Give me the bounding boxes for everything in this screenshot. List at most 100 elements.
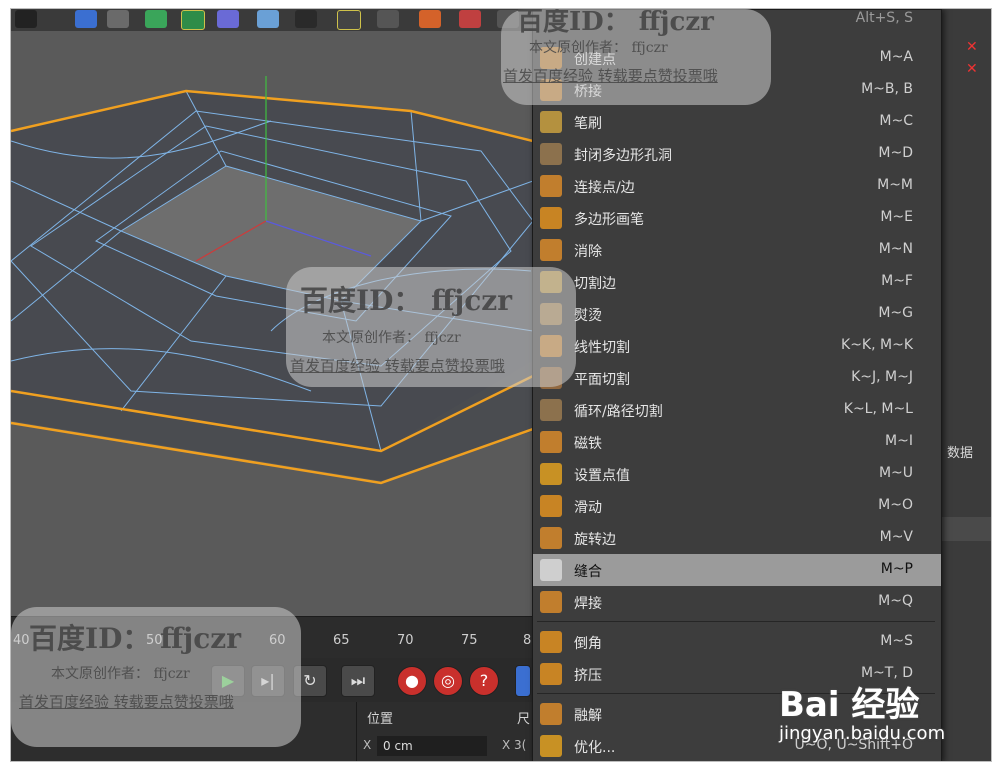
menu-item-shortcut: M~C [879, 113, 913, 129]
menu-item-label: 焊接 [574, 596, 602, 612]
menu-item-shortcut: M~P [880, 561, 913, 577]
size-x-field[interactable]: X 3( [502, 738, 526, 752]
coordinates-panel: 位置 尺 X 0 cm X 3( [356, 702, 534, 761]
menu-item-shortcut: M~M [877, 177, 913, 193]
panel-row-highlight [941, 517, 991, 541]
ruler-tick-label: 70 [397, 633, 414, 648]
cube-tool-icon[interactable] [75, 10, 97, 28]
melt-icon [540, 703, 562, 725]
help-icon[interactable]: ? [469, 666, 499, 696]
menu-item-polygon-pen[interactable]: 多边形画笔 M~E [533, 202, 941, 234]
watermark-title: 百度ID： ffjczr [29, 622, 241, 655]
keyframe-settings-icon[interactable] [515, 665, 531, 697]
menu-item-spin-edge[interactable]: 旋转边 M~V [533, 522, 941, 554]
menu-item-shortcut: K~L, M~L [843, 401, 913, 417]
menu-item-close-hole[interactable]: 封闭多边形孔洞 M~D [533, 138, 941, 170]
go-to-end-icon[interactable]: ⏭ [341, 665, 375, 697]
floor-tool-icon[interactable] [257, 10, 279, 28]
scene-tool-icon[interactable] [377, 10, 399, 28]
menu-item-stitch[interactable]: 缝合 M~P [533, 554, 941, 586]
close-icon[interactable]: ✕ [966, 61, 978, 77]
close-icon[interactable]: ✕ [966, 39, 978, 55]
position-heading: 位置 [367, 712, 394, 727]
menu-item-connect[interactable]: 连接点/边 M~M [533, 170, 941, 202]
menu-item-shortcut: K~J, M~J [851, 369, 913, 385]
watermark-author: 本文原创作者： ffjczr [51, 666, 190, 682]
dissolve-icon [540, 239, 562, 261]
magnet-icon [540, 431, 562, 453]
watermark-author: 本文原创作者： ffjczr [529, 40, 668, 56]
menu-item-magnet[interactable]: 磁铁 M~I [533, 426, 941, 458]
set-point-value-icon [540, 463, 562, 485]
menu-item-label: 消除 [574, 244, 602, 260]
menu-item-shortcut: M~U [878, 465, 913, 481]
light-tool-icon[interactable] [337, 10, 361, 30]
baidu-url: jingyan.baidu.com [779, 723, 946, 744]
menu-item-shortcut: M~Q [878, 593, 913, 609]
camera-tool-icon[interactable] [295, 10, 317, 28]
menu-item-shortcut: M~I [885, 433, 913, 449]
menu-item-slide[interactable]: 滑动 M~O [533, 490, 941, 522]
menu-separator [537, 621, 935, 622]
array-tool-icon[interactable] [181, 10, 205, 30]
menu-item-label: 线性切割 [574, 340, 630, 356]
menu-item-label: 熨烫 [574, 308, 602, 324]
close-hole-icon [540, 143, 562, 165]
menu-item-iron[interactable]: 熨烫 M~G [533, 298, 941, 330]
menu-item-edge-cut[interactable]: 切割边 M~F [533, 266, 941, 298]
menu-top-shortcut: Alt+S, S [855, 10, 913, 26]
watermark-bubble: 百度ID： ffjczr 本文原创作者： ffjczr 首发百度经验 转载要点赞… [11, 607, 301, 747]
menu-item-shortcut: M~O [878, 497, 913, 513]
app-window: 对身 [10, 8, 992, 762]
spin-edge-icon [540, 527, 562, 549]
menu-item-shortcut: M~S [880, 633, 913, 649]
menu-item-dissolve[interactable]: 消除 M~N [533, 234, 941, 266]
material-tool-icon[interactable] [419, 10, 441, 28]
watermark-repost: 首发百度经验 转载要点赞投票哦 [503, 67, 718, 85]
menu-item-shortcut: M~D [878, 145, 913, 161]
record-key-icon[interactable]: ● [397, 666, 427, 696]
menu-item-label: 缝合 [574, 564, 602, 580]
menu-item-bevel[interactable]: 倒角 M~S [533, 626, 941, 658]
menu-item-shortcut: M~A [879, 49, 913, 65]
menu-item-set-point-value[interactable]: 设置点值 M~U [533, 458, 941, 490]
size-heading: 尺 [517, 712, 531, 727]
auto-key-icon[interactable]: ◎ [433, 666, 463, 696]
watermark-bubble: 百度ID： ffjczr 本文原创作者： ffjczr 首发百度经验 转载要点赞… [286, 267, 576, 387]
watermark-author: 本文原创作者： ffjczr [322, 330, 461, 346]
menu-item-label: 封闭多边形孔洞 [574, 148, 672, 164]
watermark-repost: 首发百度经验 转载要点赞投票哦 [19, 693, 234, 711]
menu-item-label: 笔刷 [574, 116, 602, 132]
menu-item-label: 旋转边 [574, 532, 616, 548]
ruler-tick-label: 65 [333, 633, 350, 648]
menu-item-label: 多边形画笔 [574, 212, 644, 228]
mesh-tools-menu: Alt+S, S 创建点M~A桥接M~B, B笔刷M~C封闭多边形孔洞M~D连接… [532, 9, 942, 761]
menu-item-plane-cut[interactable]: 平面切割 K~J, M~J [533, 362, 941, 394]
weld-icon [540, 591, 562, 613]
extrude-icon [540, 663, 562, 685]
bevel-icon [540, 631, 562, 653]
watermark-title: 百度ID： ffjczr [300, 284, 512, 317]
position-x-field[interactable]: 0 cm [377, 736, 487, 756]
toolbar-menu-icon[interactable] [15, 10, 37, 28]
menu-item-shortcut: M~E [880, 209, 913, 225]
menu-item-loop-cut[interactable]: 循环/路径切割 K~L, M~L [533, 394, 941, 426]
render-tool-icon[interactable] [459, 10, 481, 28]
menu-item-shortcut: M~N [878, 241, 913, 257]
baidu-logo: Bai 经验 [779, 685, 920, 725]
menu-item-label: 融解 [574, 708, 602, 724]
menu-item-label: 挤压 [574, 668, 602, 684]
generator-tool-icon[interactable] [145, 10, 167, 28]
brush-icon [540, 111, 562, 133]
menu-item-label: 设置点值 [574, 468, 630, 484]
menu-item-brush[interactable]: 笔刷 M~C [533, 106, 941, 138]
stitch-icon [540, 559, 562, 581]
loop-cut-icon [540, 399, 562, 421]
menu-item-line-cut[interactable]: 线性切割 K~K, M~K [533, 330, 941, 362]
rotate-tool-icon[interactable] [107, 10, 129, 28]
menu-item-label: 切割边 [574, 276, 616, 292]
deformer-tool-icon[interactable] [217, 10, 239, 28]
menu-item-weld[interactable]: 焊接 M~Q [533, 586, 941, 618]
data-tab[interactable]: 数据 [941, 441, 991, 467]
menu-item-shortcut: M~F [881, 273, 913, 289]
